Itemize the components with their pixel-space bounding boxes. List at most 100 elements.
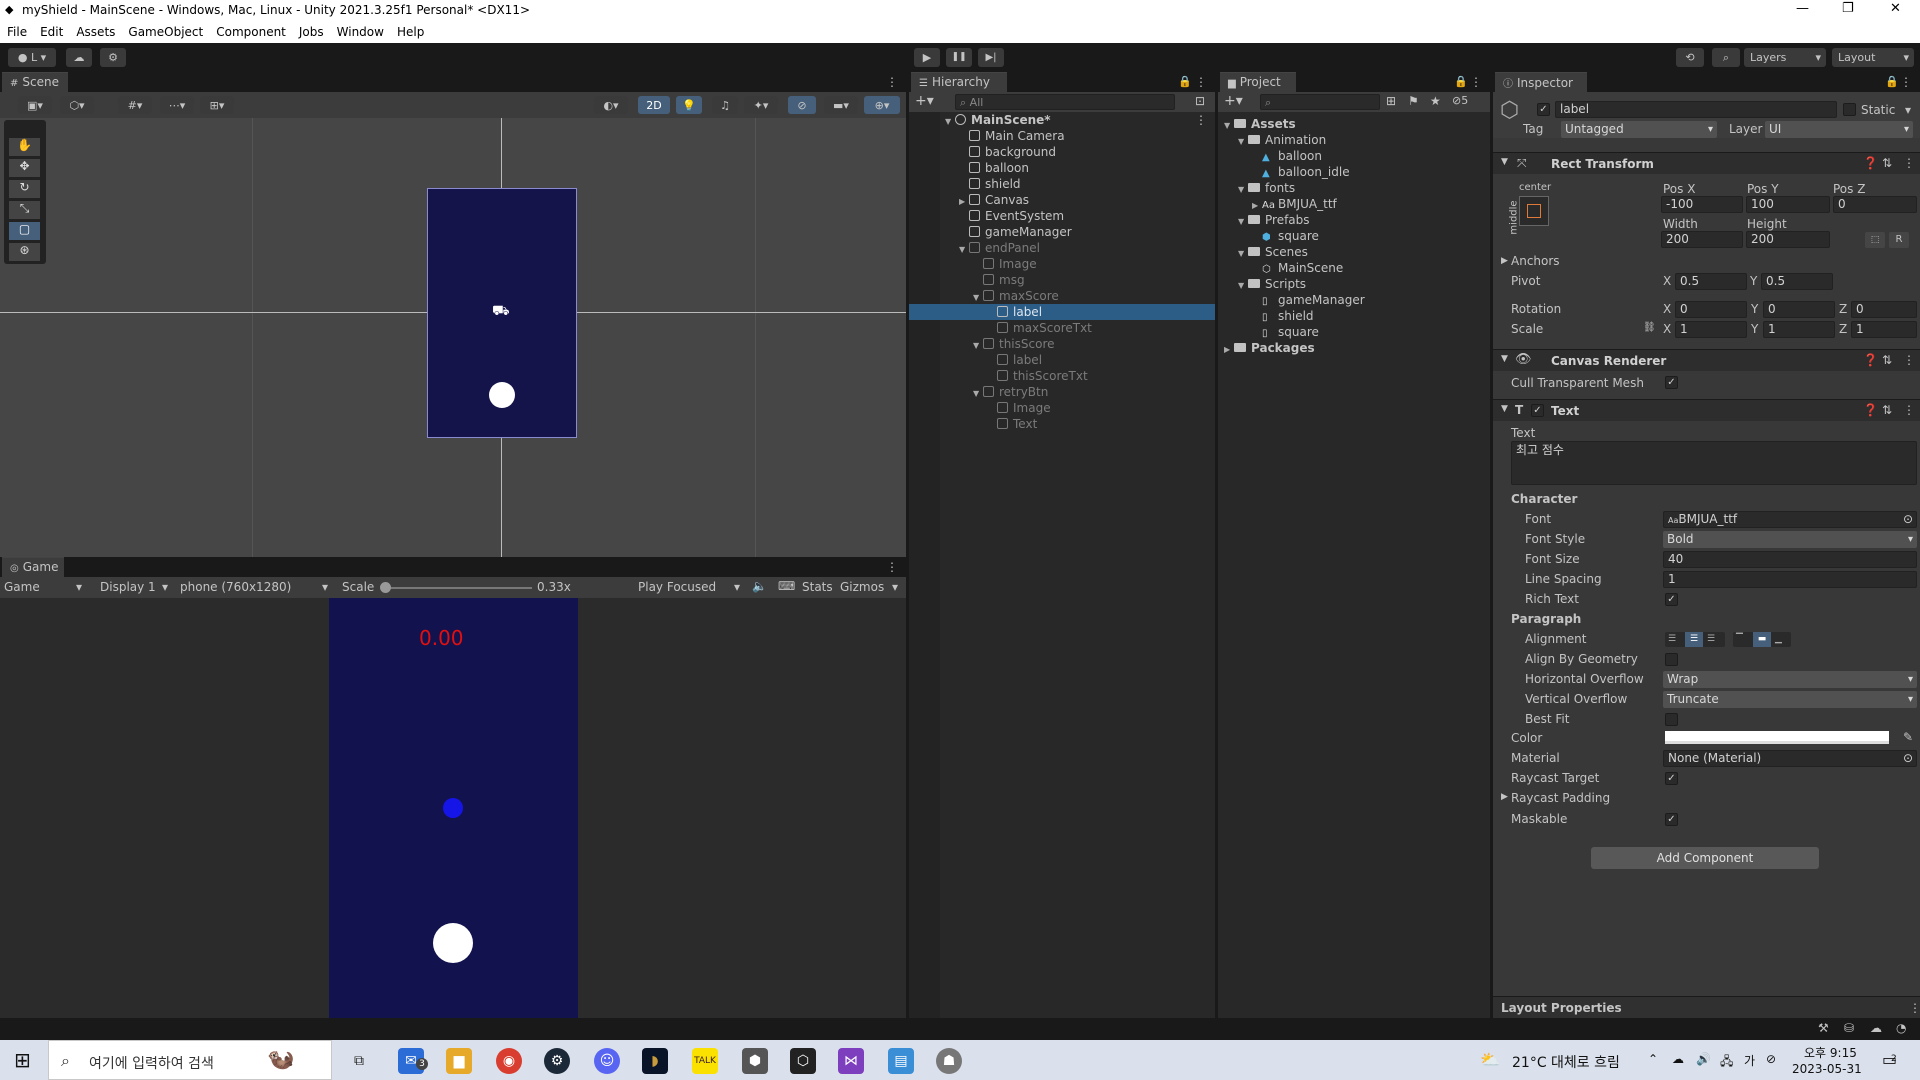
menu-edit[interactable]: Edit	[33, 22, 69, 39]
hierarchy-item[interactable]: shield	[909, 176, 1215, 192]
league-icon[interactable]: ◗	[642, 1048, 668, 1074]
rot-y-field[interactable]: 0	[1763, 301, 1835, 318]
rich-text-checkbox[interactable]: ✓	[1665, 593, 1678, 606]
maskable-checkbox[interactable]: ✓	[1665, 813, 1678, 826]
menu-window[interactable]: Window	[330, 22, 390, 39]
hierarchy-item[interactable]: ▼ thisScore	[909, 336, 1215, 352]
add-component-button[interactable]: Add Component	[1591, 847, 1819, 869]
width-field[interactable]: 200	[1661, 231, 1743, 248]
constrain-proportions-icon[interactable]: ⛓	[1643, 322, 1656, 333]
best-fit-checkbox[interactable]	[1665, 713, 1678, 726]
static-chevron-icon[interactable]: ▾	[1905, 103, 1911, 117]
notification-icon[interactable]: ▭ 2	[1882, 1050, 1897, 1069]
scale-z-field[interactable]: 1	[1851, 321, 1917, 338]
cull-transparent-checkbox[interactable]: ✓	[1665, 376, 1678, 389]
rect-transform-header[interactable]: ▼ ⤧ Rect Transform ❓ ⇅ ⋮	[1493, 152, 1920, 174]
add-button[interactable]: +▾	[915, 93, 934, 109]
rot-x-field[interactable]: 0	[1675, 301, 1747, 318]
display-dropdown[interactable]: Display 1 ▾	[100, 580, 172, 594]
project-folder[interactable]: ▼ Prefabs	[1218, 212, 1490, 228]
raycast-padding-arrow-icon[interactable]: ▶	[1501, 792, 1508, 802]
hierarchy-scene-root[interactable]: ▼ MainScene* ⋮	[909, 112, 1215, 128]
chrome-icon[interactable]: ◉	[496, 1048, 522, 1074]
game-mode-dropdown[interactable]: Game ▾	[4, 580, 88, 594]
static-checkbox[interactable]	[1843, 103, 1856, 116]
height-field[interactable]: 200	[1746, 231, 1830, 248]
tray-chevron-icon[interactable]: ⌃	[1648, 1052, 1658, 1066]
unity-editor-icon[interactable]: ⬡	[790, 1048, 816, 1074]
preset-icon[interactable]: ⇅	[1882, 353, 1892, 367]
text-value-area[interactable]: 최고 점수	[1511, 441, 1917, 485]
component-menu-icon[interactable]: ⋮	[1903, 156, 1915, 170]
gizmos-chevron-icon[interactable]: ▾	[892, 580, 898, 594]
collab-icon[interactable]: ⚙	[100, 48, 126, 67]
hierarchy-item[interactable]: maxScoreTxt	[909, 320, 1215, 336]
project-asset[interactable]: ▶ Aa BMJUA_ttf	[1218, 196, 1490, 212]
dnd-icon[interactable]: ⊘	[1766, 1052, 1776, 1066]
app-window-icon[interactable]: ▤	[888, 1048, 914, 1074]
posx-field[interactable]: -100	[1661, 196, 1743, 213]
hierarchy-item[interactable]: ▶ Canvas	[909, 192, 1215, 208]
hierarchy-item[interactable]: ▼ endPanel	[909, 240, 1215, 256]
taskbar-search-input[interactable]: ⌕ 여기에 입력하여 검색 🦦	[48, 1040, 332, 1080]
pivot-x-field[interactable]: 0.5	[1675, 273, 1747, 290]
menu-component[interactable]: Component	[209, 22, 292, 39]
object-picker-icon[interactable]: ⊙	[1903, 512, 1913, 527]
windows-start-icon[interactable]: ⊞	[14, 1048, 31, 1072]
project-search-input[interactable]: ⌕	[1260, 94, 1380, 110]
align-right-icon[interactable]: ☰	[1707, 632, 1715, 647]
scene-menu-icon[interactable]: ⋮	[1195, 112, 1207, 128]
align-geometry-checkbox[interactable]	[1665, 653, 1678, 666]
scale-slider-handle[interactable]	[380, 582, 391, 593]
font-style-dropdown[interactable]: Bold	[1663, 531, 1917, 548]
play-focused-dropdown[interactable]: Play Focused ▾	[638, 580, 746, 594]
mail-icon[interactable]: ✉ 3	[398, 1048, 428, 1074]
anchor-preset-button[interactable]	[1519, 196, 1549, 226]
kakaotalk-icon[interactable]: TALK	[692, 1048, 718, 1074]
align-bottom-icon[interactable]: ▁	[1775, 632, 1782, 647]
visibility-icon[interactable]: ⊘	[788, 96, 816, 114]
project-asset[interactable]: ▯ shield	[1218, 308, 1490, 324]
component-menu-icon[interactable]: ⋮	[1903, 353, 1915, 367]
effects-icon[interactable]: ✦▾	[744, 96, 778, 114]
layer-dropdown[interactable]: UI	[1765, 121, 1913, 138]
hierarchy-item[interactable]: ▼ maxScore	[909, 288, 1215, 304]
font-size-field[interactable]: 40	[1663, 551, 1917, 568]
text-enabled-checkbox[interactable]: ✓	[1531, 404, 1544, 417]
shading-button[interactable]: ◐▾	[594, 96, 628, 114]
history-icon[interactable]: ⟲	[1676, 48, 1704, 67]
resolution-dropdown[interactable]: phone (760x1280) ▾	[180, 580, 332, 594]
hierarchy-item[interactable]: Image	[909, 400, 1215, 416]
step-button[interactable]: ▶|	[978, 48, 1004, 67]
pivot-y-field[interactable]: 0.5	[1761, 273, 1833, 290]
rect-tool-icon[interactable]: ▢	[9, 222, 40, 240]
scene-viewport[interactable]: ⛟ ✋ ✥ ↻ ⤡ ▢ ⊛	[0, 118, 906, 557]
unity-hub-icon[interactable]: ⬢	[742, 1048, 768, 1074]
gizmos-icon[interactable]: ⊕▾	[864, 96, 900, 114]
blueprint-mode-icon[interactable]: ⬚	[1865, 232, 1885, 248]
hierarchy-item[interactable]: background	[909, 144, 1215, 160]
vertical-overflow-dropdown[interactable]: Truncate	[1663, 691, 1917, 708]
rotate-tool-icon[interactable]: ↻	[9, 180, 40, 198]
hierarchy-item[interactable]: Image	[909, 256, 1215, 272]
layout-properties-menu-icon[interactable]: ⋮	[1909, 1001, 1920, 1015]
hierarchy-item[interactable]: balloon	[909, 160, 1215, 176]
layers-dropdown[interactable]: Layers ▾	[1744, 48, 1826, 67]
scale-tool-icon[interactable]: ⤡	[9, 201, 40, 219]
game-app-icon[interactable]: ☗	[936, 1048, 962, 1074]
project-asset[interactable]: ▯ gameManager	[1218, 292, 1490, 308]
weather-text[interactable]: 21°C 대체로 흐림	[1512, 1052, 1620, 1072]
pause-button[interactable]: ❚❚	[946, 48, 972, 67]
align-button[interactable]: ⊞▾	[200, 96, 234, 114]
hierarchy-item[interactable]: Main Camera	[909, 128, 1215, 144]
camera-gizmo-icon[interactable]: ⛟	[492, 304, 510, 318]
tab-project[interactable]: ▆ Project	[1220, 72, 1296, 92]
hierarchy-item[interactable]: thisScoreTxt	[909, 368, 1215, 384]
scene-visibility-icon[interactable]: ⊡	[1195, 94, 1205, 108]
font-field[interactable]: AaBMJUA_ttf ⊙	[1663, 511, 1917, 528]
hierarchy-item[interactable]: EventSystem	[909, 208, 1215, 224]
play-button[interactable]: ▶	[914, 48, 940, 67]
task-view-icon[interactable]: ⧉	[346, 1048, 372, 1074]
lock-icon[interactable]: 🔒	[1178, 75, 1192, 88]
minimize-button[interactable]: —	[1796, 1, 1809, 16]
